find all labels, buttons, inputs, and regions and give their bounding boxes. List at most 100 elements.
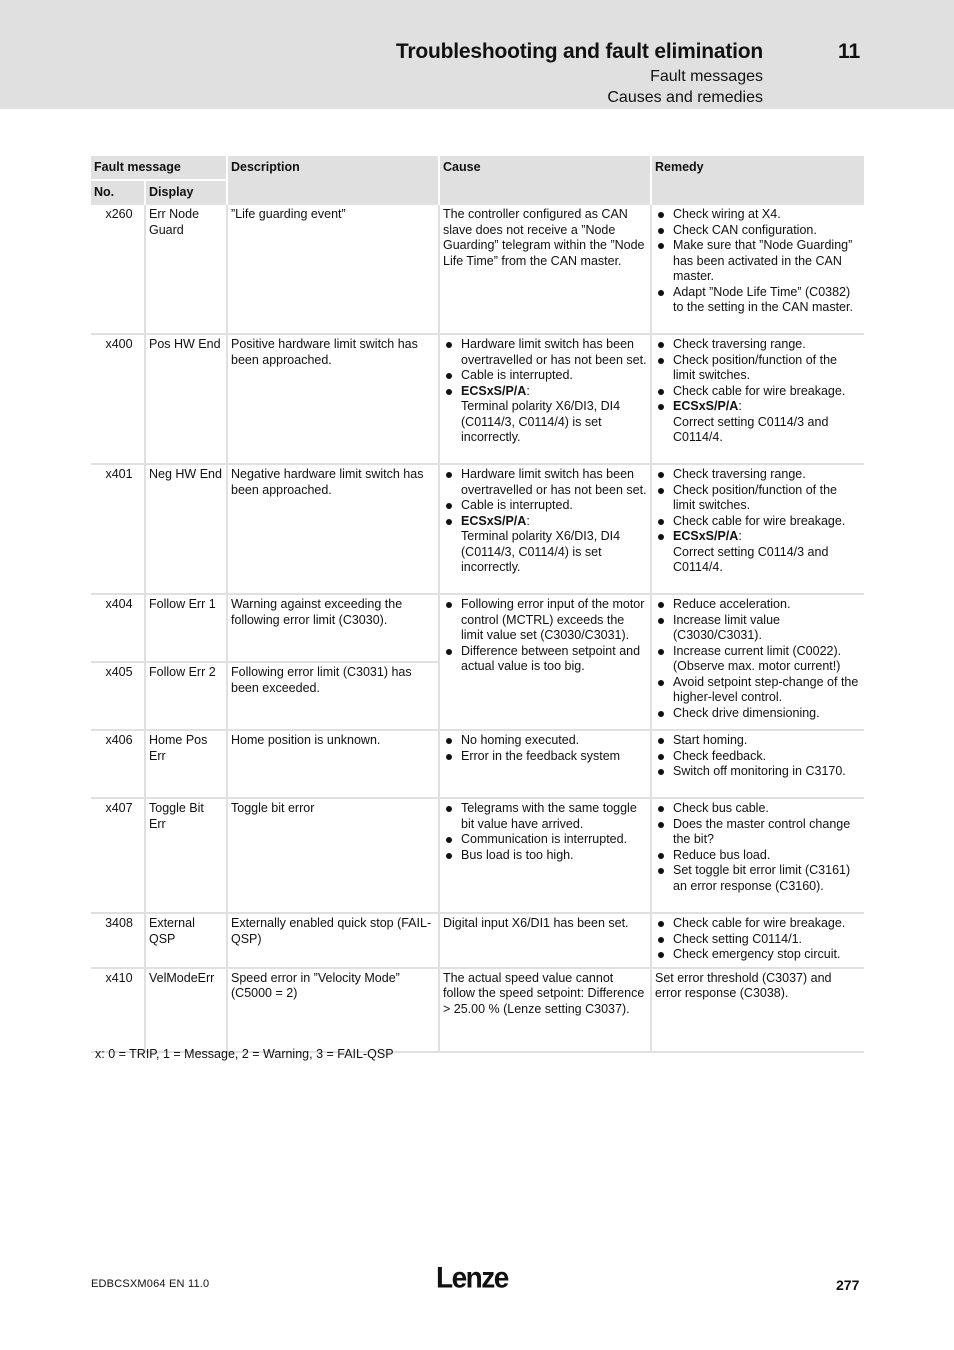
table-row: x400 Pos HW End Positive hardware limit …	[91, 333, 864, 464]
list-item: Increase current limit (C0022). (Observe…	[655, 644, 861, 675]
fault-number: x404	[91, 593, 145, 662]
list-item: Reduce acceleration.	[655, 597, 861, 613]
list-item: Increase limit value (C3030/C3031).	[655, 613, 861, 644]
list-item: Communication is interrupted.	[443, 832, 647, 848]
fault-cause: Following error input of the motor contr…	[438, 593, 651, 730]
list-item: Check wiring at X4.	[655, 207, 861, 223]
fault-display: Follow Err 1	[144, 593, 227, 662]
list-item: Check feedback.	[655, 749, 861, 765]
page-number: 277	[836, 1277, 860, 1293]
header-fault-message: Fault message	[91, 154, 227, 180]
fault-display: External QSP	[144, 912, 227, 968]
table-row: x404 Follow Err 1 Warning against exceed…	[91, 593, 864, 730]
list-item: Start homing.	[655, 733, 861, 749]
list-item: ECSxS/P/A: Terminal polarity X6/DI3, DI4 …	[443, 514, 647, 576]
list-item: Avoid setpoint step-change of the higher…	[655, 675, 861, 706]
list-item: Check CAN configuration.	[655, 223, 861, 239]
fault-cause: Hardware limit switch has been overtrave…	[438, 463, 651, 594]
list-item: Difference between setpoint and actual v…	[443, 644, 647, 675]
fault-display: Pos HW End	[144, 333, 227, 464]
lenze-logo: Lenze	[436, 1261, 509, 1294]
fault-remedy: Check cable for wire breakage. Check set…	[650, 912, 864, 968]
fault-description: ”Life guarding event”	[226, 203, 439, 334]
list-item: Make sure that ”Node Guarding” has been …	[655, 238, 861, 285]
list-item: Cable is interrupted.	[443, 368, 647, 384]
fault-description: Warning against exceeding the following …	[226, 593, 439, 662]
fault-remedy: Check wiring at X4. Check CAN configurat…	[650, 203, 864, 334]
table-row: x260 Err Node Guard ”Life guarding event…	[91, 203, 864, 334]
list-item: Check traversing range.	[655, 337, 861, 353]
fault-description: Toggle bit error	[226, 797, 439, 913]
header-cause: Cause	[438, 154, 651, 204]
header-no: No.	[91, 178, 145, 204]
header-remedy: Remedy	[650, 154, 864, 204]
list-item: Check cable for wire breakage.	[655, 384, 861, 400]
header-description: Description	[226, 154, 439, 204]
fault-display: Follow Err 2	[144, 661, 227, 730]
list-item: Check cable for wire breakage.	[655, 916, 861, 932]
list-item-text: Terminal polarity X6/DI3, DI4 (C0114/3, …	[461, 399, 621, 444]
fault-cause: The actual speed value cannot follow the…	[438, 966, 651, 1053]
table-row: x407 Toggle Bit Err Toggle bit error Tel…	[91, 797, 864, 913]
fault-remedy: Check bus cable. Does the master control…	[650, 797, 864, 913]
table-row: x401 Neg HW End Negative hardware limit …	[91, 463, 864, 594]
device-label: ECSxS/P/A	[673, 529, 739, 543]
fault-remedy: Start homing. Check feedback. Switch off…	[650, 729, 864, 798]
list-item: Check cable for wire breakage.	[655, 514, 861, 530]
fault-remedy: Reduce acceleration. Increase limit valu…	[650, 593, 864, 730]
fault-display: Home Pos Err	[144, 729, 227, 798]
fault-number: x406	[91, 729, 145, 798]
fault-display: VelModeErr	[144, 966, 227, 1053]
fault-number: x401	[91, 463, 145, 594]
fault-number: x260	[91, 203, 145, 334]
table-row: x410 VelModeErr Speed error in ”Velocity…	[91, 966, 864, 1053]
list-item-text: Correct setting C0114/3 and C0114/4.	[673, 544, 829, 575]
fault-description: Externally enabled quick stop (FAIL-QSP)	[226, 912, 439, 968]
list-item: Check bus cable.	[655, 801, 861, 817]
list-item: No homing executed.	[443, 733, 647, 749]
list-item: Set toggle bit error limit (C3161) an er…	[655, 863, 861, 894]
list-item-text: Terminal polarity X6/DI3, DI4 (C0114/3, …	[461, 529, 621, 574]
list-item: ECSxS/P/A: Correct setting C0114/3 and C0…	[655, 529, 861, 576]
fault-description: Positive hardware limit switch has been …	[226, 333, 439, 464]
chapter-title: Troubleshooting and fault elimination	[395, 40, 763, 63]
list-item: Telegrams with the same toggle bit value…	[443, 801, 647, 832]
list-item: ECSxS/P/A: Terminal polarity X6/DI3, DI4 …	[443, 384, 647, 446]
list-item: Adapt ”Node Life Time” (C0382) to the se…	[655, 285, 861, 316]
fault-cause: The controller configured as CAN slave d…	[438, 203, 651, 334]
fault-remedy: Check traversing range. Check position/f…	[650, 333, 864, 464]
list-item: Hardware limit switch has been overtrave…	[443, 467, 647, 498]
list-item: Hardware limit switch has been overtrave…	[443, 337, 647, 368]
document-id: EDBCSXM064 EN 11.0	[91, 1278, 210, 1290]
list-item: Reduce bus load.	[655, 848, 861, 864]
list-item: Switch off monitoring in C3170.	[655, 764, 861, 780]
list-item: Check drive dimensioning.	[655, 706, 861, 722]
subsection-subtitle: Causes and remedies	[607, 89, 763, 106]
header-display: Display	[144, 178, 227, 204]
fault-display: Neg HW End	[144, 463, 227, 594]
list-item: Does the master control change the bit?	[655, 817, 861, 848]
fault-number: x405	[91, 661, 145, 730]
fault-cause: Telegrams with the same toggle bit value…	[438, 797, 651, 913]
device-label: ECSxS/P/A	[673, 399, 739, 413]
fault-remedy: Check traversing range. Check position/f…	[650, 463, 864, 594]
list-item-text: Correct setting C0114/3 and C0114/4.	[673, 414, 829, 445]
list-item: Check traversing range.	[655, 467, 861, 483]
list-item: Cable is interrupted.	[443, 498, 647, 514]
list-item: Check position/function of the limit swi…	[655, 483, 861, 514]
list-item: Check setting C0114/1.	[655, 932, 861, 948]
fault-table: Fault message Description Cause Remedy N…	[91, 154, 864, 1053]
table-footnote: x: 0 = TRIP, 1 = Message, 2 = Warning, 3…	[95, 1047, 394, 1061]
table-row: 3408 External QSP Externally enabled qui…	[91, 912, 864, 968]
section-subtitle: Fault messages	[650, 68, 763, 85]
fault-description: Speed error in ”Velocity Mode” (C5000 = …	[226, 966, 439, 1053]
list-item: Error in the feedback system	[443, 749, 647, 765]
table-row: x406 Home Pos Err Home position is unkno…	[91, 729, 864, 798]
chapter-number: 11	[838, 40, 861, 63]
fault-number: x400	[91, 333, 145, 464]
device-label: ECSxS/P/A	[461, 383, 527, 398]
fault-cause: Digital input X6/DI1 has been set.	[438, 912, 651, 968]
fault-description: Negative hardware limit switch has been …	[226, 463, 439, 594]
fault-number: x410	[91, 966, 145, 1053]
fault-description: Following error limit (C3031) has been e…	[226, 661, 439, 730]
